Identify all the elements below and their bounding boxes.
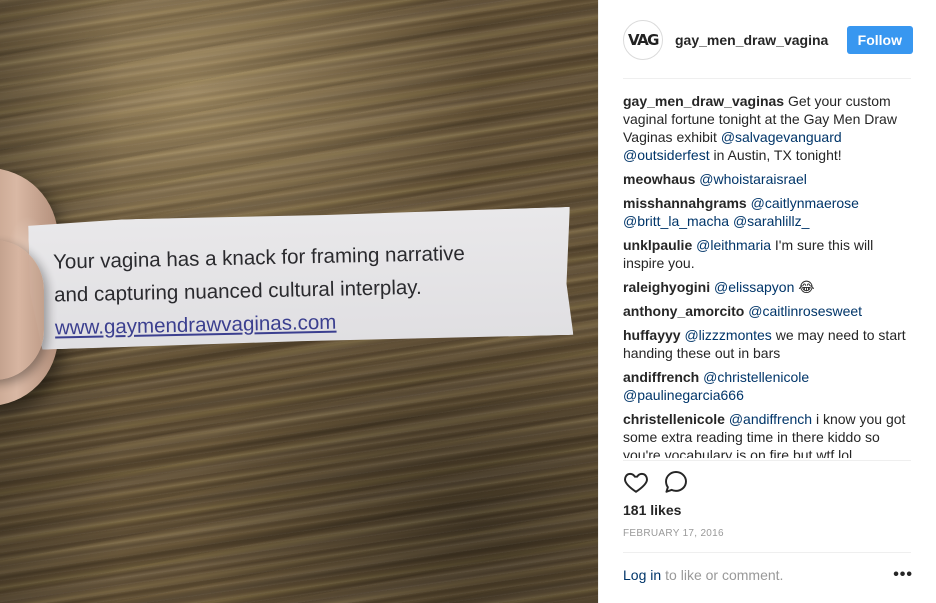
comment-text: in Austin, TX tonight! xyxy=(709,147,842,163)
comment-mention[interactable]: @britt_la_macha xyxy=(623,213,729,229)
post-sidebar: VAG gay_men_draw_vagina Follow gay_men_d… xyxy=(598,0,936,603)
comment-username[interactable]: unklpaulie xyxy=(623,237,692,253)
comment-item: misshannahgrams @caitlynmaerose @britt_l… xyxy=(623,194,907,230)
speech-bubble-icon[interactable] xyxy=(663,469,689,495)
comment-mention[interactable]: @andiffrench xyxy=(729,411,812,427)
comment-item: raleighyogini @elissapyon 😂 xyxy=(623,278,907,296)
post-username[interactable]: gay_men_draw_vagina xyxy=(675,32,847,48)
comment-item: anthony_amorcito @caitlinrosesweet xyxy=(623,302,907,320)
post-date: FEBRUARY 17, 2016 xyxy=(623,528,724,539)
comment-mention[interactable]: @caitlinrosesweet xyxy=(748,303,862,319)
comment-username[interactable]: raleighyogini xyxy=(623,279,710,295)
comment-username[interactable]: andiffrench xyxy=(623,369,699,385)
comment-item: meowhaus @whoistaraisrael xyxy=(623,170,907,188)
comment-item: andiffrench @christellenicole @paulinega… xyxy=(623,368,907,404)
comment-mention[interactable]: @elissapyon xyxy=(714,279,794,295)
comment-mention[interactable]: @paulinegarcia666 xyxy=(623,387,744,403)
comment-mention[interactable]: @leithmaria xyxy=(696,237,771,253)
post-actions xyxy=(623,468,703,496)
post-footer: Log in to like or comment. ••• xyxy=(623,566,913,584)
login-link[interactable]: Log in xyxy=(623,567,661,583)
comment-mention[interactable]: @caitlynmaerose xyxy=(751,195,859,211)
comments-divider xyxy=(623,460,911,461)
follow-button[interactable]: Follow xyxy=(846,26,913,54)
heart-icon[interactable] xyxy=(623,469,649,495)
comment-text: 😂 xyxy=(794,279,815,295)
comment-username[interactable]: misshannahgrams xyxy=(623,195,747,211)
post-header: VAG gay_men_draw_vagina Follow xyxy=(623,18,913,62)
comment-mention[interactable]: @christellenicole xyxy=(703,369,809,385)
comment-item: gay_men_draw_vaginas Get your custom vag… xyxy=(623,92,907,164)
comment-mention[interactable]: @outsiderfest xyxy=(623,147,710,163)
comment-username[interactable]: huffayyy xyxy=(623,327,681,343)
comment-username[interactable]: christellenicole xyxy=(623,411,725,427)
comment-username[interactable]: meowhaus xyxy=(623,171,695,187)
likes-count[interactable]: 181 likes xyxy=(623,502,681,518)
more-dots-icon[interactable]: ••• xyxy=(893,566,913,584)
comment-username[interactable]: anthony_amorcito xyxy=(623,303,744,319)
post-photo: Your vagina has a knack for framing narr… xyxy=(0,0,598,603)
comment-item: unklpaulie @leithmaria I'm sure this wil… xyxy=(623,236,907,272)
comment-mention[interactable]: @salvagevanguard xyxy=(721,129,842,145)
comment-username[interactable]: gay_men_draw_vaginas xyxy=(623,93,784,109)
fortune-paper: Your vagina has a knack for framing narr… xyxy=(28,207,573,350)
comment-mention[interactable]: @lizzzmontes xyxy=(684,327,771,343)
avatar[interactable]: VAG xyxy=(623,20,663,60)
comment-item: christellenicole @andiffrench i know you… xyxy=(623,410,907,458)
comment-mention[interactable]: @whoistaraisrael xyxy=(699,171,807,187)
comment-mention[interactable]: @sarahlillz_ xyxy=(733,213,809,229)
footer-divider xyxy=(623,552,911,553)
login-prompt: to like or comment. xyxy=(665,567,784,583)
header-divider xyxy=(623,78,911,79)
comments-list[interactable]: gay_men_draw_vaginas Get your custom vag… xyxy=(623,92,907,458)
comment-item: huffayyy @lizzzmontes we may need to sta… xyxy=(623,326,907,362)
